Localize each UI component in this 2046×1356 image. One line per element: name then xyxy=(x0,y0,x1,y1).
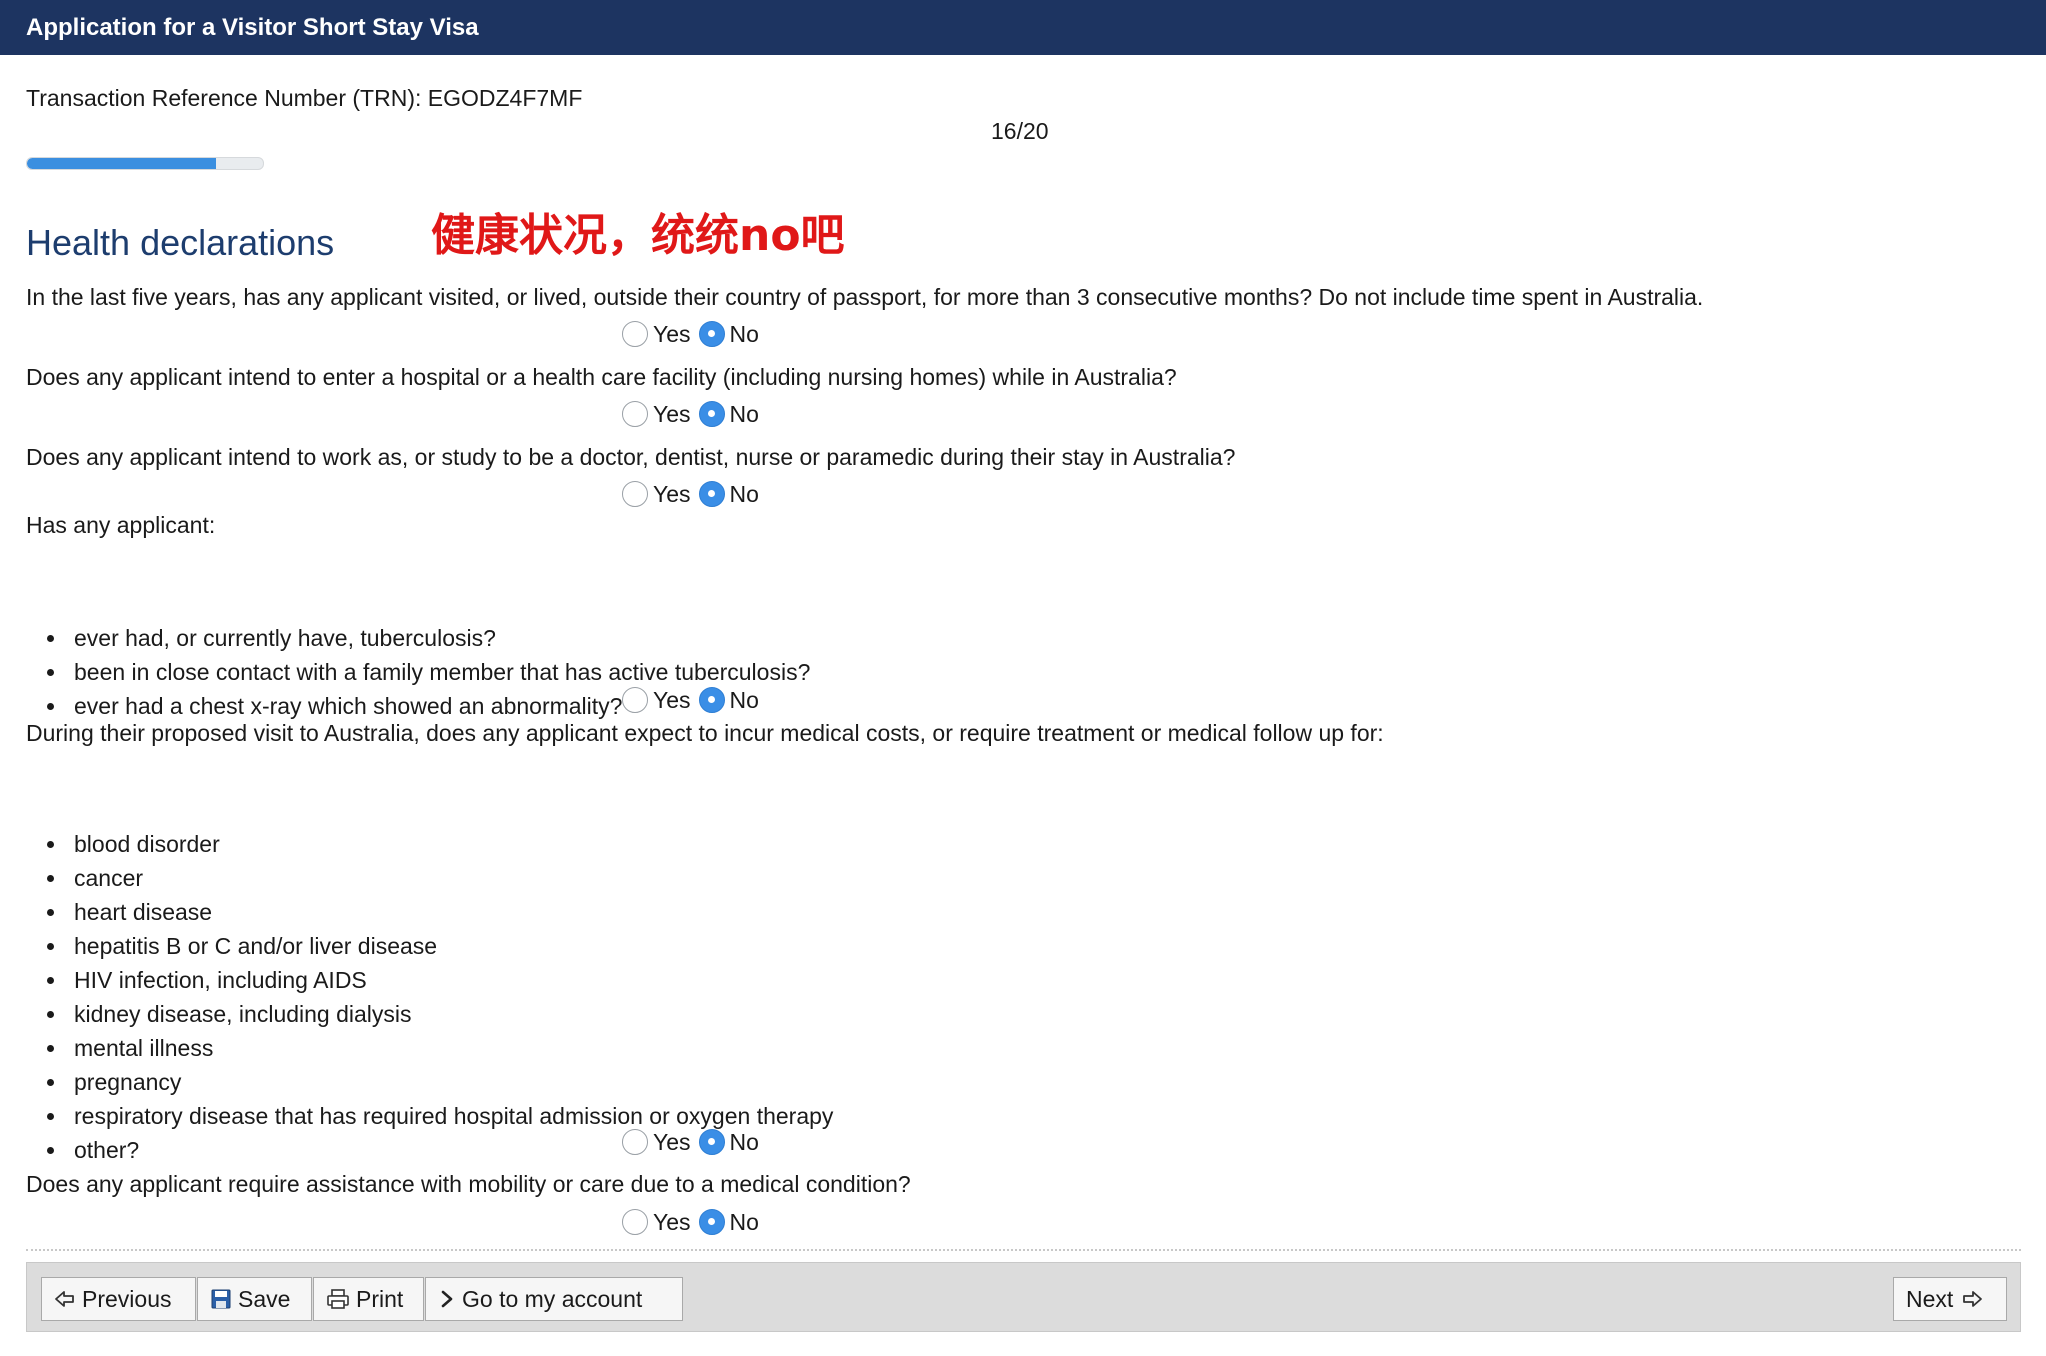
list-item: heart disease xyxy=(46,895,833,929)
radio-yes[interactable] xyxy=(622,401,648,427)
next-button[interactable]: Next xyxy=(1893,1277,2007,1321)
radio-no-label: No xyxy=(729,686,759,713)
radio-yes[interactable] xyxy=(622,481,648,507)
radio-yes[interactable] xyxy=(622,687,648,713)
radio-group: Yes No xyxy=(622,319,767,349)
next-label: Next xyxy=(1906,1285,1954,1312)
arrow-right-icon xyxy=(1963,1291,1983,1307)
list-item: blood disorder xyxy=(46,827,833,861)
radio-yes[interactable] xyxy=(622,1209,648,1235)
list-item: hepatitis B or C and/or liver disease xyxy=(46,929,833,963)
radio-no[interactable] xyxy=(698,1129,725,1155)
printer-icon xyxy=(327,1289,349,1309)
question-text: Does any applicant intend to enter a hos… xyxy=(26,364,1177,390)
annotation-text: 健康状况，统统no吧 xyxy=(431,210,845,261)
question-text: Does any applicant intend to work as, or… xyxy=(26,444,1236,470)
question-text: Has any applicant: xyxy=(26,512,216,538)
question-text: In the last five years, has any applican… xyxy=(26,284,1704,310)
radio-no[interactable] xyxy=(698,1209,725,1235)
page-indicator: 16/20 xyxy=(991,118,1049,144)
save-label: Save xyxy=(238,1285,291,1312)
bullet-list: blood disorder cancer heart disease hepa… xyxy=(46,827,833,1167)
list-item: mental illness xyxy=(46,1031,833,1065)
page-title: Health declarations xyxy=(26,222,335,263)
radio-group: Yes No xyxy=(622,685,767,715)
progress-bar xyxy=(26,157,264,170)
window-title: Application for a Visitor Short Stay Vis… xyxy=(0,0,2046,55)
radio-yes-label: Yes xyxy=(653,480,691,507)
radio-no-label: No xyxy=(729,480,759,507)
print-label: Print xyxy=(356,1285,404,1312)
question-text: Does any applicant require assistance wi… xyxy=(26,1171,911,1197)
radio-yes-label: Yes xyxy=(653,686,691,713)
radio-no[interactable] xyxy=(698,401,725,427)
chevron-right-icon xyxy=(441,1290,453,1308)
radio-no-label: No xyxy=(729,400,759,427)
radio-yes-label: Yes xyxy=(653,1208,691,1235)
radio-group: Yes No xyxy=(622,479,767,509)
question-text: During their proposed visit to Australia… xyxy=(26,720,1384,746)
radio-group: Yes No xyxy=(622,1207,767,1237)
radio-no-label: No xyxy=(729,320,759,347)
list-item: ever had, or currently have, tuberculosi… xyxy=(46,621,810,655)
save-button[interactable]: Save xyxy=(197,1277,312,1321)
trn-label: Transaction Reference Number (TRN): EGOD… xyxy=(26,85,583,111)
print-button[interactable]: Print xyxy=(313,1277,424,1321)
previous-button[interactable]: Previous xyxy=(41,1277,196,1321)
list-item: been in close contact with a family memb… xyxy=(46,655,810,689)
radio-no-label: No xyxy=(729,1208,759,1235)
navigation-toolbar: Previous Save Print Go to my account Nex… xyxy=(26,1262,2021,1332)
list-item: cancer xyxy=(46,861,833,895)
radio-no[interactable] xyxy=(698,687,725,713)
floppy-disk-icon xyxy=(211,1289,231,1309)
radio-no-label: No xyxy=(729,1128,759,1155)
radio-yes-label: Yes xyxy=(653,320,691,347)
radio-yes[interactable] xyxy=(622,321,648,347)
radio-group: Yes No xyxy=(622,399,767,429)
list-item: pregnancy xyxy=(46,1065,833,1099)
arrow-left-icon xyxy=(55,1291,74,1307)
radio-yes-label: Yes xyxy=(653,1128,691,1155)
radio-no[interactable] xyxy=(698,321,725,347)
progress-bar-fill xyxy=(27,158,216,169)
previous-label: Previous xyxy=(82,1285,172,1312)
radio-yes[interactable] xyxy=(622,1129,648,1155)
list-item: kidney disease, including dialysis xyxy=(46,997,833,1031)
radio-no[interactable] xyxy=(698,481,725,507)
go-to-account-label: Go to my account xyxy=(462,1285,643,1312)
go-to-account-button[interactable]: Go to my account xyxy=(425,1277,683,1321)
radio-yes-label: Yes xyxy=(653,400,691,427)
radio-group: Yes No xyxy=(622,1127,767,1157)
list-item: HIV infection, including AIDS xyxy=(46,963,833,997)
divider xyxy=(26,1249,2021,1251)
